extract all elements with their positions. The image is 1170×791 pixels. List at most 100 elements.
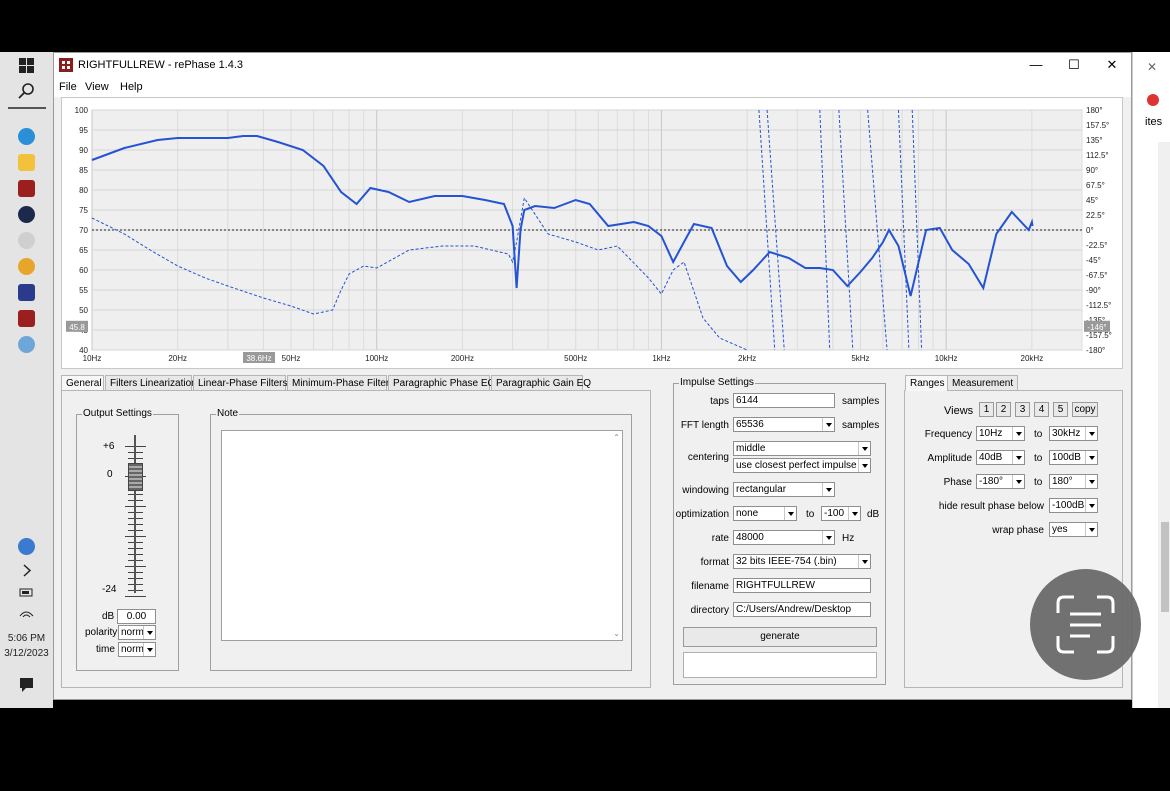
view-5-button[interactable]: 5 bbox=[1053, 402, 1068, 417]
battery-icon[interactable] bbox=[18, 584, 35, 601]
rate-label: rate bbox=[711, 533, 729, 544]
view-3-button[interactable]: 3 bbox=[1015, 402, 1030, 417]
edge-browser-icon[interactable] bbox=[18, 128, 35, 145]
close-window-icon[interactable]: ✕ bbox=[1093, 53, 1131, 77]
faded-app-icon[interactable] bbox=[18, 232, 35, 249]
time-select[interactable]: norm bbox=[118, 642, 156, 657]
x-tick-label: 10Hz bbox=[83, 354, 102, 363]
db-label: dB bbox=[102, 611, 115, 622]
media-app-icon[interactable] bbox=[18, 206, 35, 223]
tab-measurement[interactable]: Measurement bbox=[947, 375, 1019, 391]
file-explorer-icon[interactable] bbox=[18, 154, 35, 171]
amplitude-to-select[interactable]: 100dB bbox=[1049, 450, 1098, 465]
x-tick-label: 500Hz bbox=[564, 354, 587, 363]
rate-select[interactable]: 48000 bbox=[733, 530, 835, 545]
filename-field[interactable]: RIGHTFULLREW bbox=[733, 578, 871, 593]
centering-select[interactable]: middle bbox=[733, 441, 871, 456]
y-tick-label-left: 55 bbox=[79, 286, 88, 295]
y-tick-label-right: 0° bbox=[1086, 226, 1094, 235]
phase-to-value: 180° bbox=[1052, 476, 1073, 487]
tab-general[interactable]: General bbox=[61, 375, 104, 391]
menu-file[interactable]: File bbox=[59, 81, 77, 93]
polarity-select[interactable]: norm bbox=[118, 625, 156, 640]
wifi-volume-icon[interactable] bbox=[18, 604, 35, 621]
tab-paragraphic-phase-eq[interactable]: Paragraphic Phase EQ bbox=[388, 375, 495, 391]
rephase-active-icon[interactable] bbox=[18, 310, 35, 327]
rephase-app-icon[interactable] bbox=[18, 180, 35, 197]
close-icon[interactable]: ✕ bbox=[1147, 60, 1157, 74]
notification-badge-icon bbox=[1147, 94, 1159, 106]
note-title: Note bbox=[216, 408, 240, 419]
search-icon[interactable] bbox=[18, 82, 35, 99]
windowing-select[interactable]: rectangular bbox=[733, 482, 835, 497]
chevron-right-icon[interactable] bbox=[18, 562, 35, 579]
minimize-icon[interactable]: — bbox=[1017, 53, 1055, 77]
windows-start-icon[interactable] bbox=[18, 57, 35, 74]
y-tick-label-left: 50 bbox=[79, 306, 88, 315]
y-tick-label-right: 90° bbox=[1086, 166, 1098, 175]
y-tick-label-right: 112.5° bbox=[1086, 151, 1109, 160]
taskbar-time[interactable]: 5:06 PM bbox=[0, 633, 53, 644]
chrome-browser-icon[interactable] bbox=[18, 258, 35, 275]
taps-field[interactable]: 6144 bbox=[733, 393, 835, 408]
background-scroll-thumb[interactable] bbox=[1161, 522, 1169, 612]
polarity-value: norm bbox=[121, 627, 144, 638]
y-tick-label-right: -90° bbox=[1086, 286, 1101, 295]
note-textarea[interactable]: ⌃ ⌄ bbox=[221, 430, 623, 641]
directory-field[interactable]: C:/Users/Andrew/Desktop bbox=[733, 602, 871, 617]
maximize-icon[interactable]: ☐ bbox=[1055, 53, 1093, 77]
x-tick-label: 10kHz bbox=[935, 354, 958, 363]
taskbar-date[interactable]: 3/12/2023 bbox=[0, 648, 53, 659]
y-tick-label-right: 22.5° bbox=[1086, 211, 1105, 220]
tab-filters-linearization[interactable]: Filters Linearization bbox=[105, 375, 197, 391]
centering-label: centering bbox=[687, 452, 729, 463]
screen-capture-button[interactable] bbox=[1030, 569, 1141, 680]
scroll-up-icon[interactable]: ⌃ bbox=[613, 433, 620, 442]
optimization-select[interactable]: none bbox=[733, 506, 797, 521]
tab-paragraphic-gain-eq[interactable]: Paragraphic Gain EQ bbox=[491, 375, 591, 391]
background-window-text: ites bbox=[1145, 116, 1163, 128]
menu-help[interactable]: Help bbox=[120, 81, 143, 93]
tab-ranges[interactable]: Ranges bbox=[905, 375, 950, 391]
gain-fader-track[interactable] bbox=[134, 435, 136, 593]
y-tick-label-right: -112.5° bbox=[1086, 301, 1111, 310]
fft-length-select[interactable]: 65536 bbox=[733, 417, 835, 432]
chart-svg[interactable]: 10Hz 20Hz 50Hz 100Hz 200Hz 500Hz 1kHz 2kHz 5kHz 1… bbox=[62, 98, 1124, 370]
generate-button[interactable]: generate bbox=[683, 627, 877, 647]
wrap-phase-select[interactable]: yes bbox=[1049, 522, 1098, 537]
directory-label: directory bbox=[690, 605, 729, 616]
help-icon[interactable] bbox=[18, 538, 35, 555]
format-select[interactable]: 32 bits IEEE-754 (.bin) bbox=[733, 554, 871, 569]
y-tick-label-right: -22.5° bbox=[1086, 241, 1107, 250]
photo-app-icon[interactable] bbox=[18, 284, 35, 301]
scroll-down-icon[interactable]: ⌄ bbox=[613, 629, 620, 638]
notification-icon[interactable] bbox=[18, 676, 35, 693]
frequency-from-select[interactable]: 10Hz bbox=[976, 426, 1025, 441]
x-tick-label: 50Hz bbox=[282, 354, 301, 363]
centering-mode-select[interactable]: use closest perfect impulse bbox=[733, 458, 871, 473]
frequency-response-chart[interactable]: 10Hz 20Hz 50Hz 100Hz 200Hz 500Hz 1kHz 2kHz 5kHz 1… bbox=[61, 97, 1123, 369]
view-2-button[interactable]: 2 bbox=[996, 402, 1011, 417]
time-value: norm bbox=[121, 644, 144, 655]
view-copy-button[interactable]: copy bbox=[1072, 402, 1098, 417]
amplitude-from-select[interactable]: 40dB bbox=[976, 450, 1025, 465]
view-1-button[interactable]: 1 bbox=[979, 402, 994, 417]
tab-minimum-phase-filters[interactable]: Minimum-Phase Filters bbox=[287, 375, 394, 391]
settings-app-icon[interactable] bbox=[18, 336, 35, 353]
tab-linear-phase-filters[interactable]: Linear-Phase Filters bbox=[193, 375, 287, 391]
optimization-db-select[interactable]: -100 bbox=[821, 506, 861, 521]
optimization-value: none bbox=[736, 508, 759, 519]
x-tick-label: 20Hz bbox=[168, 354, 187, 363]
phase-from-select[interactable]: -180° bbox=[976, 474, 1025, 489]
format-label: format bbox=[700, 557, 729, 568]
hide-phase-select[interactable]: -100dB bbox=[1049, 498, 1098, 513]
gain-fader-knob[interactable] bbox=[128, 463, 143, 491]
background-scrollbar[interactable] bbox=[1158, 142, 1170, 708]
phase-to-select[interactable]: 180° bbox=[1049, 474, 1098, 489]
view-4-button[interactable]: 4 bbox=[1034, 402, 1049, 417]
y-tick-label-right: -45° bbox=[1086, 256, 1101, 265]
menu-view[interactable]: View bbox=[85, 81, 109, 93]
db-value-field[interactable]: 0.00 bbox=[117, 609, 156, 624]
amplitude-from-value: 40dB bbox=[979, 452, 1003, 463]
frequency-to-select[interactable]: 30kHz bbox=[1049, 426, 1098, 441]
